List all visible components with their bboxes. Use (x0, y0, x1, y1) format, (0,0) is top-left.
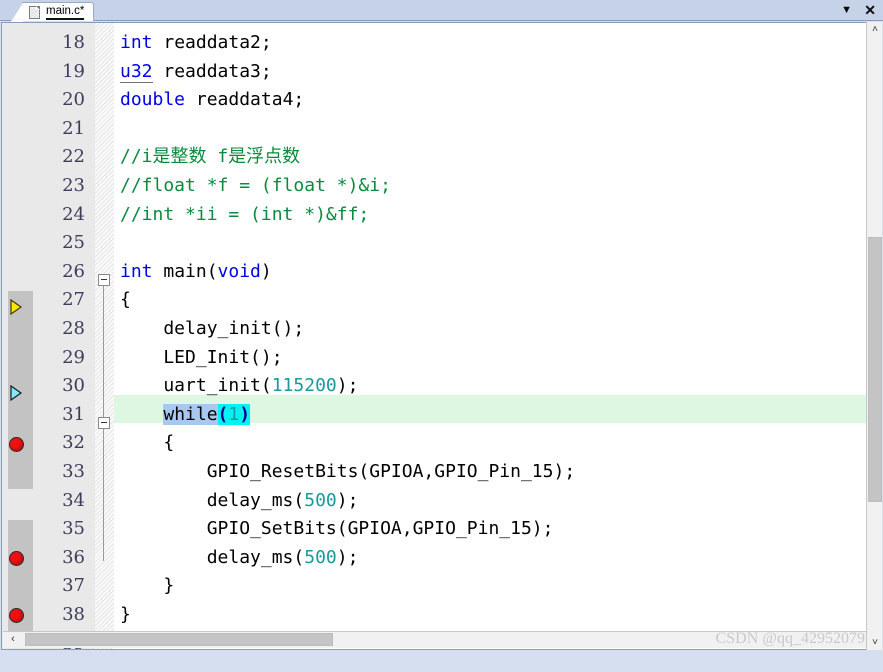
fold-connector (103, 279, 104, 417)
fold-toggle-line-27[interactable] (98, 274, 110, 286)
scroll-up-arrow-icon[interactable]: ˄ (867, 22, 883, 37)
line-number: 31 (62, 403, 85, 425)
code-line[interactable]: { (120, 286, 131, 315)
code-line[interactable]: int main(void) (120, 258, 272, 287)
horizontal-scroll-thumb[interactable] (25, 633, 333, 646)
vertical-scroll-thumb[interactable] (868, 237, 882, 502)
code-line[interactable]: } (120, 572, 174, 601)
code-line[interactable]: GPIO_SetBits(GPIOA,GPIO_Pin_15); (120, 515, 554, 544)
marker-margin[interactable] (2, 23, 33, 649)
selected-statement-arrow-icon[interactable] (9, 384, 27, 403)
code-folding-gutter[interactable] (95, 23, 114, 649)
close-icon[interactable]: ✕ (864, 3, 876, 17)
code-line[interactable]: delay_ms(500); (120, 544, 359, 573)
breakpoint-icon[interactable] (9, 437, 27, 455)
line-number: 37 (62, 575, 85, 597)
line-number: 36 (62, 546, 85, 568)
code-text-area[interactable]: int readdata2; u32 readdata3; double readd… (114, 23, 881, 649)
code-line[interactable]: //float *f = (float *)&i; (120, 172, 391, 201)
code-line[interactable]: u32 readdata3; (120, 58, 272, 87)
line-number: 26 (62, 260, 85, 282)
horizontal-scrollbar[interactable]: ‹ (3, 631, 869, 648)
code-line[interactable]: delay_init(); (120, 315, 304, 344)
code-line[interactable]: //i是整数 f是浮点数 (120, 143, 300, 172)
tab-strip: main.c* ▼ ✕ (0, 0, 883, 22)
scroll-left-arrow-icon[interactable]: ‹ (5, 632, 21, 647)
line-number: 19 (62, 60, 85, 82)
line-number: 30 (62, 375, 85, 397)
current-statement-arrow-icon[interactable] (9, 298, 27, 317)
code-line[interactable]: GPIO_ResetBits(GPIOA,GPIO_Pin_15); (120, 458, 575, 487)
code-line[interactable]: LED_Init(); (120, 344, 282, 373)
code-line[interactable]: int readdata2; (120, 29, 272, 58)
line-number: 27 (62, 289, 85, 311)
tab-main-c[interactable]: main.c* (10, 2, 95, 22)
line-number: 20 (62, 89, 85, 111)
chevron-down-icon[interactable]: ▼ (841, 3, 852, 17)
line-number: 34 (62, 489, 85, 511)
code-line[interactable]: uart_init(115200); (120, 372, 358, 401)
fold-toggle-line-32[interactable] (98, 417, 110, 429)
line-number-gutter: 18 19 20 21 22 23 24 25 26 27 28 29 30 31 32 33 34 35 36 37… (33, 23, 95, 649)
line-number: 35 (62, 518, 85, 540)
line-number: 33 (62, 461, 85, 482)
vertical-scrollbar[interactable]: ˄ ˅ (866, 22, 882, 650)
breakpoint-icon[interactable] (9, 551, 27, 569)
line-number: 28 (62, 318, 85, 339)
code-line[interactable]: } (120, 601, 131, 630)
line-number: 32 (62, 432, 85, 454)
line-number: 21 (62, 117, 85, 139)
line-number: 25 (62, 232, 85, 254)
fold-connector (103, 417, 104, 561)
breakpoint-icon[interactable] (9, 608, 27, 626)
document-icon (29, 5, 40, 19)
code-editor[interactable]: 18 19 20 21 22 23 24 25 26 27 28 29 30 31 32 33 34 35 36 37… (1, 22, 882, 650)
code-line[interactable]: double readdata4; (120, 86, 304, 115)
scroll-down-arrow-icon[interactable]: ˅ (867, 635, 883, 650)
code-line[interactable]: { (120, 429, 174, 458)
line-number: 24 (62, 203, 85, 225)
editor-window: main.c* ▼ ✕ 18 19 20 21 22 23 24 25 26 27 28 29 30 31… (0, 0, 883, 672)
line-number: 29 (62, 346, 85, 368)
line-number: 22 (62, 146, 85, 168)
line-number: 38 (62, 604, 85, 625)
code-line[interactable]: //int *ii = (int *)&ff; (120, 201, 369, 230)
line-number: 18 (62, 32, 85, 53)
tab-label: main.c* (46, 5, 85, 20)
code-line[interactable]: while(1) (120, 401, 251, 430)
code-line[interactable]: delay_ms(500); (120, 487, 359, 516)
line-number: 23 (62, 175, 85, 196)
